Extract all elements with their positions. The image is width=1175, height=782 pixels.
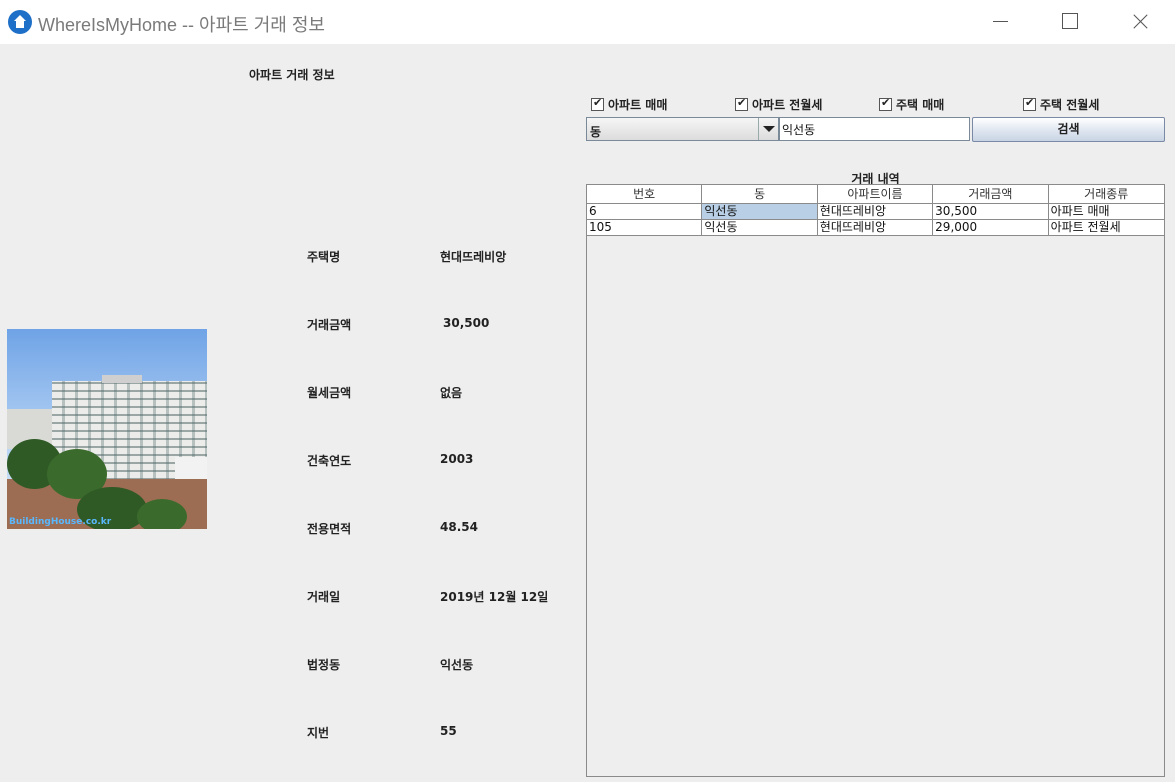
checkbox-check-icon[interactable] bbox=[591, 96, 604, 111]
apartment-photo: BuildingHouse.co.kr bbox=[7, 329, 207, 529]
detail-value-deal-date: 2019년 12월 12일 bbox=[440, 590, 549, 604]
detail-value-lot-number: 55 bbox=[440, 724, 457, 738]
search-input[interactable] bbox=[779, 117, 970, 141]
title-bar: WhereIsMyHome -- 아파트 거래 정보 bbox=[0, 0, 1175, 44]
detail-value-price: 30,500 bbox=[443, 316, 490, 330]
column-header[interactable]: 아파트이름 bbox=[818, 185, 934, 203]
detail-label-area: 전용면적 bbox=[307, 522, 352, 536]
checkbox-apt-sale[interactable]: 아파트 매매 bbox=[591, 96, 667, 112]
close-button[interactable] bbox=[1117, 0, 1163, 44]
detail-label-monthly-rent: 월세금액 bbox=[307, 386, 352, 400]
detail-label-legal-dong: 법정동 bbox=[307, 658, 341, 672]
detail-value-house-name: 현대뜨레비앙 bbox=[440, 250, 507, 264]
table-header: 번호 동 아파트이름 거래금액 거래종류 bbox=[587, 185, 1164, 204]
detail-label-price: 거래금액 bbox=[307, 318, 352, 332]
detail-label-house-name: 주택명 bbox=[307, 250, 341, 264]
chevron-down-icon[interactable] bbox=[758, 118, 778, 140]
detail-label-build-year: 건축연도 bbox=[307, 454, 352, 468]
checkbox-house-sale[interactable]: 주택 매매 bbox=[879, 96, 944, 112]
table-cell[interactable]: 아파트 전월세 bbox=[1049, 220, 1164, 235]
panel-title: 아파트 거래 정보 bbox=[249, 68, 335, 82]
photo-watermark: BuildingHouse.co.kr bbox=[9, 517, 112, 527]
search-type-value: 동 bbox=[590, 125, 602, 139]
detail-label-deal-date: 거래일 bbox=[307, 590, 341, 604]
detail-value-monthly-rent: 없음 bbox=[440, 386, 463, 400]
minimize-button[interactable] bbox=[977, 0, 1023, 44]
maximize-button[interactable] bbox=[1046, 0, 1092, 44]
checkbox-check-icon[interactable] bbox=[1023, 96, 1036, 111]
table-cell[interactable]: 익선동 bbox=[702, 220, 818, 235]
table-row[interactable]: 6 익선동 현대뜨레비앙 30,500 아파트 매매 bbox=[587, 204, 1164, 220]
search-type-select[interactable]: 동 bbox=[586, 117, 779, 141]
table-cell[interactable]: 6 bbox=[587, 204, 703, 219]
window-title: WhereIsMyHome -- 아파트 거래 정보 bbox=[38, 15, 325, 35]
table-cell-selected[interactable]: 익선동 bbox=[702, 204, 818, 219]
home-icon bbox=[8, 10, 32, 34]
table-cell[interactable]: 29,000 bbox=[933, 220, 1049, 235]
detail-label-lot-number: 지번 bbox=[307, 726, 330, 740]
checkbox-check-icon[interactable] bbox=[735, 96, 748, 111]
table-cell[interactable]: 현대뜨레비앙 bbox=[818, 220, 934, 235]
detail-value-area: 48.54 bbox=[440, 520, 478, 534]
table-cell[interactable]: 아파트 매매 bbox=[1049, 204, 1164, 219]
column-header[interactable]: 번호 bbox=[587, 185, 703, 203]
detail-value-legal-dong: 익선동 bbox=[440, 658, 474, 672]
table-row[interactable]: 105 익선동 현대뜨레비앙 29,000 아파트 전월세 bbox=[587, 220, 1164, 236]
table-cell[interactable]: 현대뜨레비앙 bbox=[818, 204, 934, 219]
detail-value-build-year: 2003 bbox=[440, 452, 474, 466]
checkbox-apt-rent[interactable]: 아파트 전월세 bbox=[735, 96, 822, 112]
table-cell[interactable]: 30,500 bbox=[933, 204, 1049, 219]
column-header[interactable]: 거래종류 bbox=[1049, 185, 1164, 203]
checkbox-house-rent[interactable]: 주택 전월세 bbox=[1023, 96, 1099, 112]
history-table[interactable]: 번호 동 아파트이름 거래금액 거래종류 6 익선동 현대뜨레비앙 30,500… bbox=[586, 184, 1165, 777]
table-cell[interactable]: 105 bbox=[587, 220, 703, 235]
search-button[interactable]: 검색 bbox=[972, 117, 1165, 142]
checkbox-check-icon[interactable] bbox=[879, 96, 892, 111]
column-header[interactable]: 거래금액 bbox=[933, 185, 1049, 203]
column-header[interactable]: 동 bbox=[702, 185, 818, 203]
